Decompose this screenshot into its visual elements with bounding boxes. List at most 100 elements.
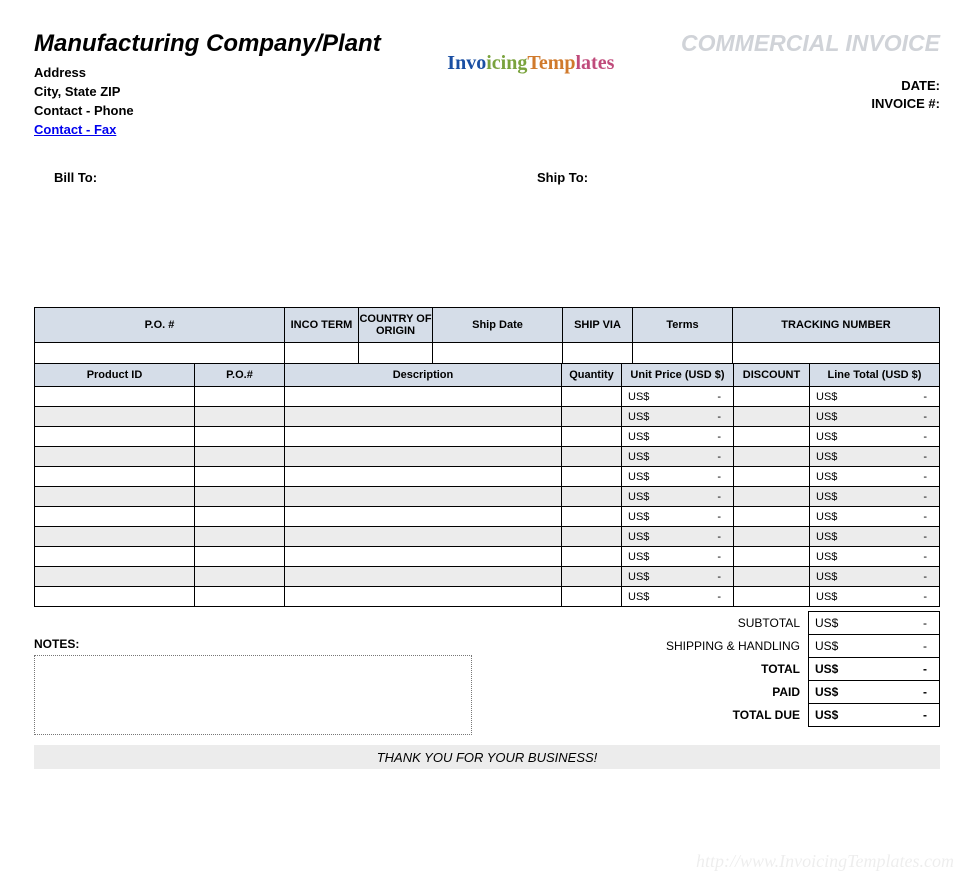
item-cell[interactable] [195, 427, 285, 447]
unit-price-cell[interactable]: US$- [622, 427, 734, 447]
line-total-cell[interactable]: US$- [810, 447, 940, 467]
item-cell[interactable] [195, 467, 285, 487]
unit-price-cell[interactable]: US$- [622, 407, 734, 427]
ship-header-5: Terms [633, 308, 733, 343]
logo: InvoicingTemplates [447, 52, 614, 74]
item-cell[interactable] [35, 567, 195, 587]
item-cell[interactable] [562, 487, 622, 507]
item-cell[interactable] [285, 507, 562, 527]
unit-price-cell[interactable]: US$- [622, 467, 734, 487]
line-total-cell[interactable]: US$- [810, 407, 940, 427]
item-cell[interactable] [195, 507, 285, 527]
line-total-cell[interactable]: US$- [810, 387, 940, 407]
item-cell[interactable] [195, 567, 285, 587]
unit-price-cell[interactable]: US$- [622, 447, 734, 467]
item-cell[interactable] [35, 587, 195, 607]
line-total-cell[interactable]: US$- [810, 587, 940, 607]
item-cell[interactable] [195, 587, 285, 607]
bill-to-label: Bill To: [54, 170, 97, 185]
item-cell[interactable] [562, 427, 622, 447]
item-cell[interactable] [285, 387, 562, 407]
item-cell[interactable] [562, 387, 622, 407]
item-cell[interactable] [285, 527, 562, 547]
discount-cell[interactable] [734, 547, 810, 567]
discount-cell[interactable] [734, 427, 810, 447]
line-total-cell[interactable]: US$- [810, 527, 940, 547]
company-address: Address [34, 64, 381, 83]
ship-cell-1[interactable] [285, 343, 359, 364]
item-cell[interactable] [35, 407, 195, 427]
item-cell[interactable] [285, 487, 562, 507]
item-cell[interactable] [285, 567, 562, 587]
ship-cell-2[interactable] [359, 343, 433, 364]
discount-cell[interactable] [734, 567, 810, 587]
line-total-cell[interactable]: US$- [810, 487, 940, 507]
item-cell[interactable] [35, 427, 195, 447]
item-cell[interactable] [35, 487, 195, 507]
line-total-cell[interactable]: US$- [810, 467, 940, 487]
ship-cell-4[interactable] [563, 343, 633, 364]
discount-cell[interactable] [734, 587, 810, 607]
discount-cell[interactable] [734, 487, 810, 507]
unit-price-cell[interactable]: US$- [622, 527, 734, 547]
item-cell[interactable] [195, 547, 285, 567]
discount-cell[interactable] [734, 447, 810, 467]
item-cell[interactable] [562, 447, 622, 467]
item-cell[interactable] [35, 507, 195, 527]
discount-cell[interactable] [734, 407, 810, 427]
line-total-cell[interactable]: US$- [810, 547, 940, 567]
line-total-cell[interactable]: US$- [810, 507, 940, 527]
item-cell[interactable] [195, 447, 285, 467]
discount-cell[interactable] [734, 527, 810, 547]
notes-label: NOTES: [34, 637, 472, 651]
ship-cell-6[interactable] [733, 343, 940, 364]
table-row: US$- US$- [35, 527, 940, 547]
item-cell[interactable] [35, 447, 195, 467]
item-cell[interactable] [285, 447, 562, 467]
company-city: City, State ZIP [34, 83, 381, 102]
invoice-no-label: INVOICE #: [871, 96, 940, 111]
line-total-cell[interactable]: US$- [810, 567, 940, 587]
ship-header-1: INCO TERM [285, 308, 359, 343]
notes-box[interactable] [34, 655, 472, 735]
item-cell[interactable] [35, 547, 195, 567]
line-total-cell[interactable]: US$- [810, 427, 940, 447]
item-cell[interactable] [35, 467, 195, 487]
item-cell[interactable] [285, 467, 562, 487]
unit-price-cell[interactable]: US$- [622, 487, 734, 507]
item-cell[interactable] [562, 567, 622, 587]
item-cell[interactable] [285, 427, 562, 447]
ship-cell-0[interactable] [35, 343, 285, 364]
item-cell[interactable] [562, 467, 622, 487]
company-fax-link[interactable]: Contact - Fax [34, 122, 116, 137]
item-cell[interactable] [562, 527, 622, 547]
unit-price-cell[interactable]: US$- [622, 547, 734, 567]
total-due-value: - [923, 708, 927, 722]
unit-price-cell[interactable]: US$- [622, 567, 734, 587]
item-cell[interactable] [562, 407, 622, 427]
ship-cell-5[interactable] [633, 343, 733, 364]
item-cell[interactable] [35, 387, 195, 407]
discount-cell[interactable] [734, 507, 810, 527]
table-row: US$- US$- [35, 567, 940, 587]
item-cell[interactable] [285, 587, 562, 607]
item-cell[interactable] [195, 407, 285, 427]
discount-cell[interactable] [734, 387, 810, 407]
item-cell[interactable] [562, 507, 622, 527]
discount-cell[interactable] [734, 467, 810, 487]
thank-you-bar: THANK YOU FOR YOUR BUSINESS! [34, 745, 940, 769]
item-cell[interactable] [285, 547, 562, 567]
item-cell[interactable] [195, 387, 285, 407]
item-cell[interactable] [285, 407, 562, 427]
document-title: COMMERCIAL INVOICE [681, 30, 940, 57]
item-cell[interactable] [562, 587, 622, 607]
unit-price-cell[interactable]: US$- [622, 387, 734, 407]
item-cell[interactable] [35, 527, 195, 547]
unit-price-cell[interactable]: US$- [622, 587, 734, 607]
item-cell[interactable] [562, 547, 622, 567]
ship-cell-3[interactable] [433, 343, 563, 364]
items-header-4: Unit Price (USD $) [622, 364, 734, 387]
item-cell[interactable] [195, 527, 285, 547]
item-cell[interactable] [195, 487, 285, 507]
unit-price-cell[interactable]: US$- [622, 507, 734, 527]
